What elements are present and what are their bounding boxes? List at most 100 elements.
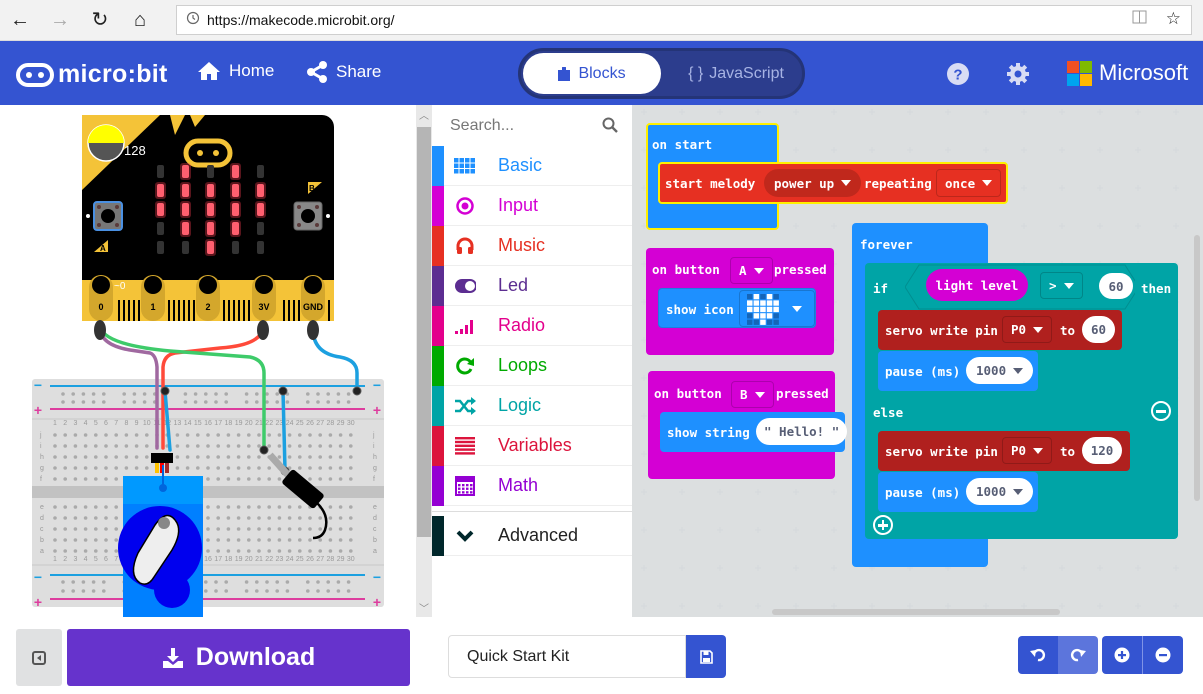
category-music[interactable]: Music [432,225,632,266]
search-icon[interactable] [602,117,618,138]
remove-else-button[interactable] [1151,401,1171,421]
microbit-logo[interactable]: micro:bit [16,60,168,89]
breadboard-col-label: 28 [327,420,335,427]
signal-icon [454,315,476,337]
breadboard-col-label: 23 [276,556,284,563]
breadboard-col-label: 24 [286,420,294,427]
breadboard-col-label: 13 [174,420,182,427]
toolbox-search-input[interactable]: Search... [450,117,514,135]
workspace-vertical-scrollbar[interactable] [1194,235,1200,501]
simulator-scrollbar[interactable]: ︿ ﹀ [416,105,432,617]
refresh-icon: ↻ [91,9,109,31]
string-input[interactable]: " Hello! " [756,418,848,445]
simulator-canvas[interactable]: 128 A B 0 1 2 3V GND ~0 112233445566778 … [0,105,416,618]
category-input[interactable]: Input [432,185,632,226]
category-math[interactable]: Math [432,465,632,506]
led-off [157,222,164,235]
pin-1[interactable]: 1 [141,275,165,321]
home-button[interactable]: ⌂ [126,7,154,33]
start-melody-block[interactable]: start melody power up repeating once [658,162,1008,204]
microsoft-logo[interactable]: Microsoft [1067,60,1188,86]
breadboard-col-label: 16 [204,556,212,563]
reading-view-icon[interactable] [1132,10,1147,28]
servo-angle-input[interactable]: 60 [1082,316,1115,343]
category-loops[interactable]: Loops [432,345,632,386]
wire-blue-crocodile [281,389,287,472]
servo-motor[interactable] [118,465,203,618]
icon-picker-dropdown[interactable] [739,290,815,327]
repeat-dropdown[interactable]: once [936,169,1002,197]
show-string-block[interactable]: show string " Hello! " [660,412,848,452]
collapse-simulator-button[interactable] [16,629,62,686]
settings-button[interactable] [1006,62,1030,86]
dropdown-arrow-icon [754,391,765,398]
undo-button[interactable] [1018,636,1058,674]
help-button[interactable]: ? [946,62,970,86]
refresh-button[interactable]: ↻ [86,7,114,33]
led-off [257,241,264,254]
blocks-workspace[interactable]: on start start melody power up repeating… [632,105,1203,617]
pin0-value: ~0 [114,281,126,292]
light-level-reporter[interactable]: light level [926,269,1028,301]
icon-pixel-on [760,299,766,306]
servo-write-block-2[interactable]: servo write pin P0 to 120 [878,431,1130,471]
melody-dropdown[interactable]: power up [764,169,862,197]
pin-3V[interactable]: 3V [252,275,276,321]
back-button[interactable]: ← [6,7,34,33]
button-a-dropdown[interactable]: A [730,257,773,284]
address-bar[interactable]: https://makecode.microbit.org/ ☆ [176,5,1192,35]
tab-blocks[interactable]: Blocks [523,53,661,94]
home-link[interactable]: Home [197,61,274,81]
category-variables[interactable]: Variables [432,425,632,466]
pause-block-2[interactable]: pause (ms) 1000 [878,472,1038,512]
category-radio-label: Radio [498,315,546,335]
zoom-in-button[interactable] [1102,636,1142,674]
category-music-label: Music [498,235,546,255]
servo-pin-dropdown[interactable]: P0 [1002,437,1053,464]
category-advanced[interactable]: Advanced [432,515,632,556]
button-b-label: B [309,184,315,193]
category-basic[interactable]: Basic [432,145,632,186]
category-color-bar [432,145,444,186]
threshold-input[interactable]: 60 [1099,273,1133,299]
breadboard-col-label: 18 [225,556,233,563]
pin-2[interactable]: 2 [196,275,220,321]
save-button[interactable] [686,635,726,678]
pause-duration-dropdown[interactable]: 1000 [966,357,1034,384]
forward-button[interactable]: → [46,7,74,33]
pin-GND[interactable]: GND [301,275,325,321]
servo-write-label: servo write pin [885,444,998,459]
show-icon-block[interactable]: show icon [658,288,816,328]
favorite-star-icon[interactable]: ☆ [1166,9,1181,29]
grid-icon [454,155,476,177]
comparison-operator-dropdown[interactable]: > [1040,272,1083,299]
download-button[interactable]: Download [67,629,410,686]
category-radio[interactable]: Radio [432,305,632,346]
dropdown-arrow-icon [841,180,852,186]
category-logic[interactable]: Logic [432,385,632,426]
share-link[interactable]: Share [306,61,381,83]
add-else-if-button[interactable] [873,515,893,535]
tab-javascript-label: JavaScript [709,64,784,82]
pause-block-1[interactable]: pause (ms) 1000 [878,351,1038,391]
scroll-up-icon[interactable]: ︿ [416,107,432,122]
project-name-input[interactable]: Quick Start Kit [448,635,686,678]
scroll-down-icon[interactable]: ﹀ [416,600,432,615]
pin-0[interactable]: 0 [89,275,113,321]
servo-angle-input[interactable]: 120 [1082,437,1122,464]
home-icon: ⌂ [133,9,147,31]
rail-minus-label: − [34,377,42,393]
pause-duration-dropdown[interactable]: 1000 [966,478,1034,505]
icon-pixel-off [747,312,753,318]
servo-pin-dropdown[interactable]: P0 [1002,316,1053,343]
tab-javascript[interactable]: { } JavaScript [671,53,801,94]
light-level-label: light level [935,277,1019,293]
zoom-out-button[interactable] [1143,636,1183,674]
redo-button[interactable] [1058,636,1098,674]
workspace-horizontal-scrollbar[interactable] [772,609,1060,615]
servo-write-block-1[interactable]: servo write pin P0 to 60 [878,310,1122,350]
category-led[interactable]: Led [432,265,632,306]
button-b-dropdown[interactable]: B [731,381,774,408]
simulator-scrollbar-thumb[interactable] [417,127,431,537]
repeat-value: once [945,175,976,191]
